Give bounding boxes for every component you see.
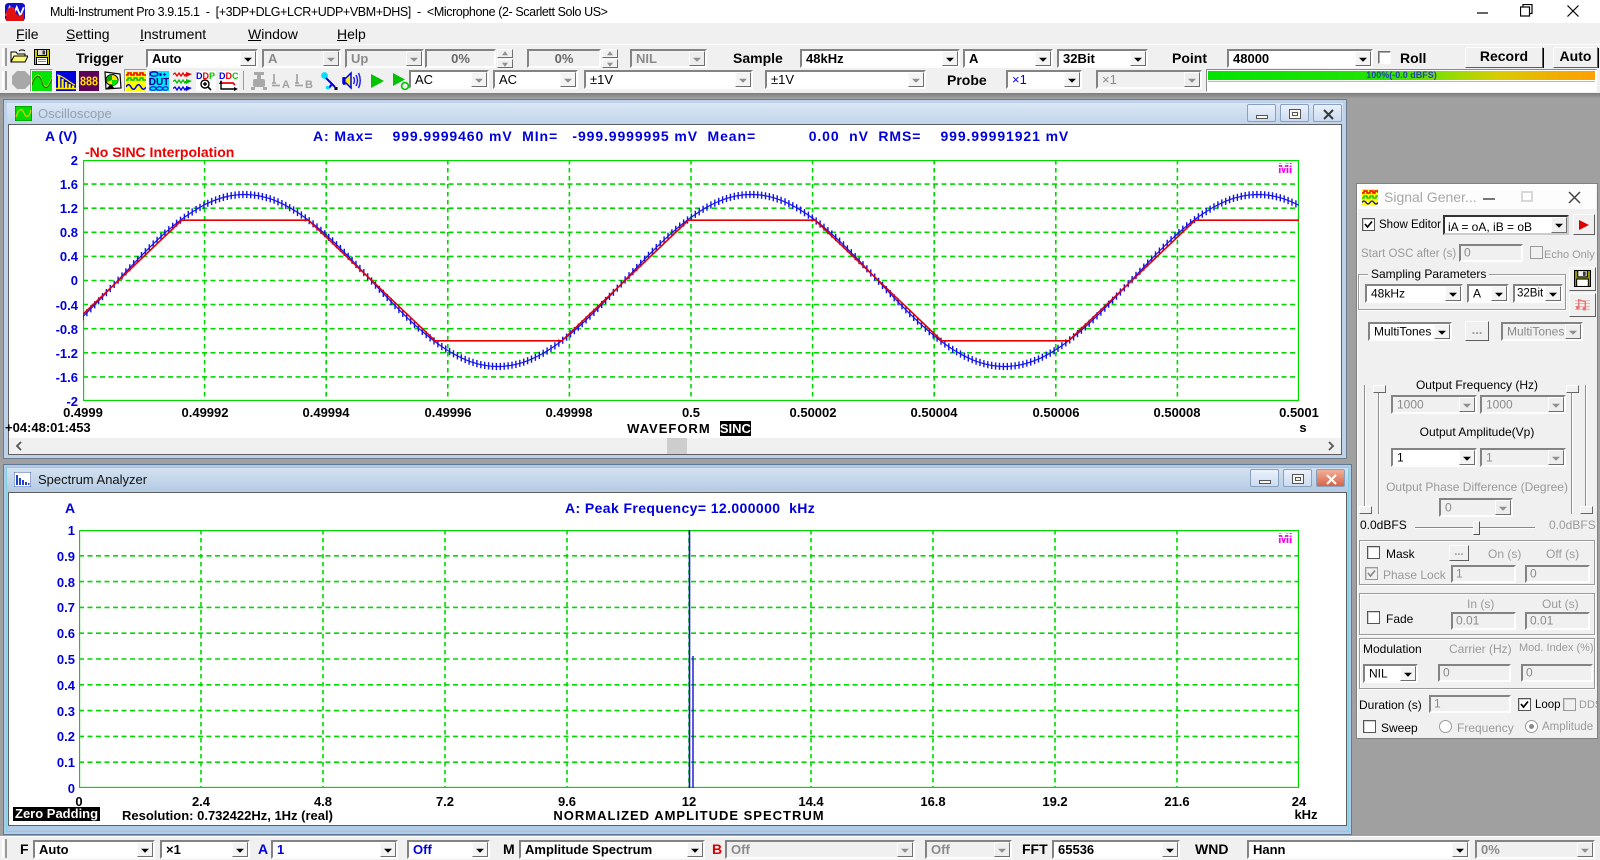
svg-text:DDC: DDC [219, 71, 239, 81]
svg-text:888: 888 [80, 74, 98, 89]
svg-text:A: A [282, 79, 290, 91]
svg-text:B: B [305, 79, 313, 91]
